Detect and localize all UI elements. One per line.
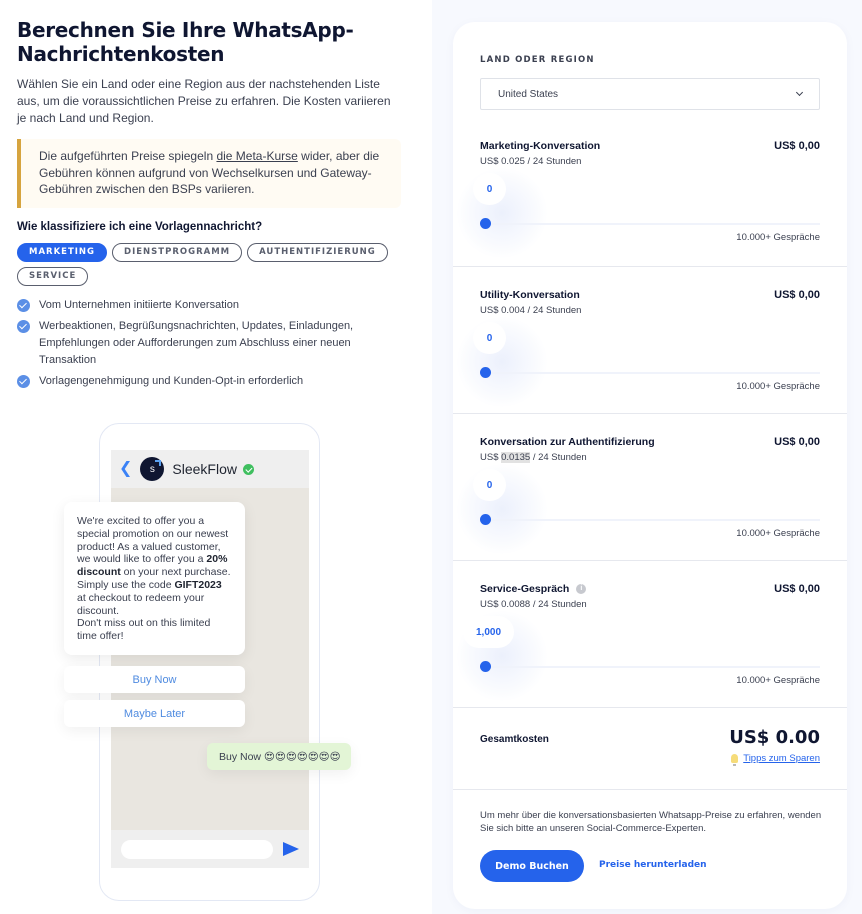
chat-contact-name: SleekFlow [172,461,237,477]
slider-handle[interactable] [480,661,491,672]
customer-reply-bubble: Buy Now 😍😍😍😍😍😍😍 [207,743,351,770]
rate-value-highlighted: 0.0135 [501,452,531,463]
tab-marketing[interactable]: MARKETING [17,242,108,262]
message-bold: GIFT2023 [174,578,222,591]
slider-value: 0 [473,173,506,205]
total-cost-label: Gesamtkosten [480,734,549,745]
list-item: Vorlagengenehmigung und Kunden-Opt-in er… [17,373,401,390]
slider-value: 1,000 [463,616,515,648]
slider-track[interactable] [485,666,820,668]
list-item-text: Werbeaktionen, Begrüßungsnachrichten, Up… [39,319,354,366]
section-utility: Utility-Konversation US$ 0,00 US$ 0.004 /… [453,267,847,414]
lightbulb-icon [731,754,739,766]
verified-check-icon [243,463,254,475]
slider-handle[interactable] [480,367,491,378]
notice-text-before: Die aufgeführten Preise spiegeln [39,149,217,163]
section-cost: US$ 0,00 [774,289,820,301]
section-cost: US$ 0,00 [774,140,820,152]
rate-prefix: US$ [480,452,502,463]
quick-reply-maybe-later: Maybe Later [64,700,245,727]
section-rate: US$ 0.0135 / 24 Stunden [480,452,587,463]
check-circle-icon [17,298,30,312]
region-select-value: United States [498,88,559,100]
rate-suffix: / 24 Stunden [530,452,587,463]
quick-reply-buy-now: Buy Now [64,666,245,693]
slider-handle[interactable] [480,514,491,525]
slider-handle[interactable] [480,218,491,229]
tab-authentication[interactable]: AUTHENTIFIZIERUNG [247,242,388,262]
check-circle-icon [17,319,30,333]
message-text: Don't miss out on this limited time offe… [77,617,211,643]
rate-suffix: / 24 Stunden [524,156,582,167]
rate-value: 0.004 [501,305,525,316]
pricing-notice: Die aufgeführten Preise spiegeln die Met… [17,139,401,208]
section-rate: US$ 0.004 / 24 Stunden [480,305,581,316]
section-title: Konversation zur Authentifizierung [480,436,655,448]
chat-composer [111,830,309,868]
phone-mockup: ❮ s SleekFlow [99,423,320,901]
slider-max-label: 10.000+ Gespräche [736,381,820,392]
section-title-text: Service-Gespräch [480,583,570,595]
slider-track[interactable] [485,223,820,225]
region-select[interactable]: United States [480,78,820,110]
feature-list: Vom Unternehmen initiierte Konversation … [17,297,401,390]
total-cost-value: US$ 0.00 [729,727,820,748]
section-title: Marketing-Konversation [480,140,601,152]
section-title: Utility-Konversation [480,289,580,301]
slider-value: 0 [473,322,506,354]
list-item: Vom Unternehmen initiierte Konversation [17,297,401,314]
rate-value: 0.025 [501,156,525,167]
contact-expert-text: Um mehr über die konversationsbasierten … [480,810,822,834]
meta-rates-link[interactable]: die Meta-Kurse [216,149,297,163]
info-icon[interactable]: i [576,584,587,594]
intro-column: Berechnen Sie Ihre WhatsApp-Nachrichtenk… [17,18,401,394]
section-marketing: Marketing-Konversation US$ 0,00 US$ 0.025… [453,140,847,267]
total-cost-section: Gesamtkosten US$ 0.00 Tipps zum Sparen [453,708,847,790]
list-item-text: Vorlagengenehmigung und Kunden-Opt-in er… [39,374,304,387]
promo-message-bubble: We're excited to offer you a special pro… [64,502,245,655]
cost-calculator-panel: LAND ODER REGION United States Marketing… [453,22,847,909]
classification-question: Wie klassifiziere ich eine Vorlagennachr… [17,220,263,233]
intro-text: Wählen Sie ein Land oder eine Region aus… [17,77,391,125]
rate-prefix: US$ [480,599,502,610]
message-input [121,839,273,859]
savings-tips-label: Tipps zum Sparen [743,753,820,764]
chat-header: ❮ s SleekFlow [111,450,309,488]
back-chevron-icon: ❮ [119,460,133,477]
section-title: Service-Gespräch i [480,583,587,595]
section-rate: US$ 0.0088 / 24 Stunden [480,599,587,610]
slider-max-label: 10.000+ Gespräche [736,232,820,243]
rate-prefix: US$ [480,156,502,167]
savings-tips-link[interactable]: Tipps zum Sparen [731,753,820,766]
section-cost: US$ 0,00 [774,436,820,448]
section-service: Service-Gespräch i US$ 0,00 US$ 0.0088 / 2… [453,561,847,708]
region-label: LAND ODER REGION [480,55,595,65]
list-item: Werbeaktionen, Begrüßungsnachrichten, Up… [17,318,401,369]
category-tabs: MARKETING DIENSTPROGRAMM AUTHENTIFIZIERU… [17,242,401,286]
slider-track[interactable] [485,519,820,521]
tab-utility[interactable]: DIENSTPROGRAMM [112,242,243,262]
book-demo-button[interactable]: Demo Buchen [480,850,584,882]
page-title: Berechnen Sie Ihre WhatsApp-Nachrichtenk… [17,18,354,66]
message-text: at checkout to redeem your discount. [77,591,205,617]
slider-max-label: 10.000+ Gespräche [736,528,820,539]
section-rate: US$ 0.025 / 24 Stunden [480,156,581,167]
section-cost: US$ 0,00 [774,583,820,595]
rate-suffix: / 24 Stunden [530,599,587,610]
rate-value: 0.0088 [501,599,531,610]
rate-prefix: US$ [480,305,502,316]
avatar: s [140,457,165,481]
slider-max-label: 10.000+ Gespräche [736,675,820,686]
slider-value: 0 [473,469,506,501]
download-pricing-link[interactable]: Preise herunterladen [599,860,707,870]
chevron-down-icon [795,88,804,97]
slider-track[interactable] [485,372,820,374]
rate-suffix: / 24 Stunden [524,305,582,316]
section-authentication: Konversation zur Authentifizierung US$ 0,… [453,414,847,561]
send-icon [283,842,299,856]
check-circle-icon [17,374,30,388]
tab-service[interactable]: SERVICE [17,266,89,286]
list-item-text: Vom Unternehmen initiierte Konversation [39,298,239,311]
